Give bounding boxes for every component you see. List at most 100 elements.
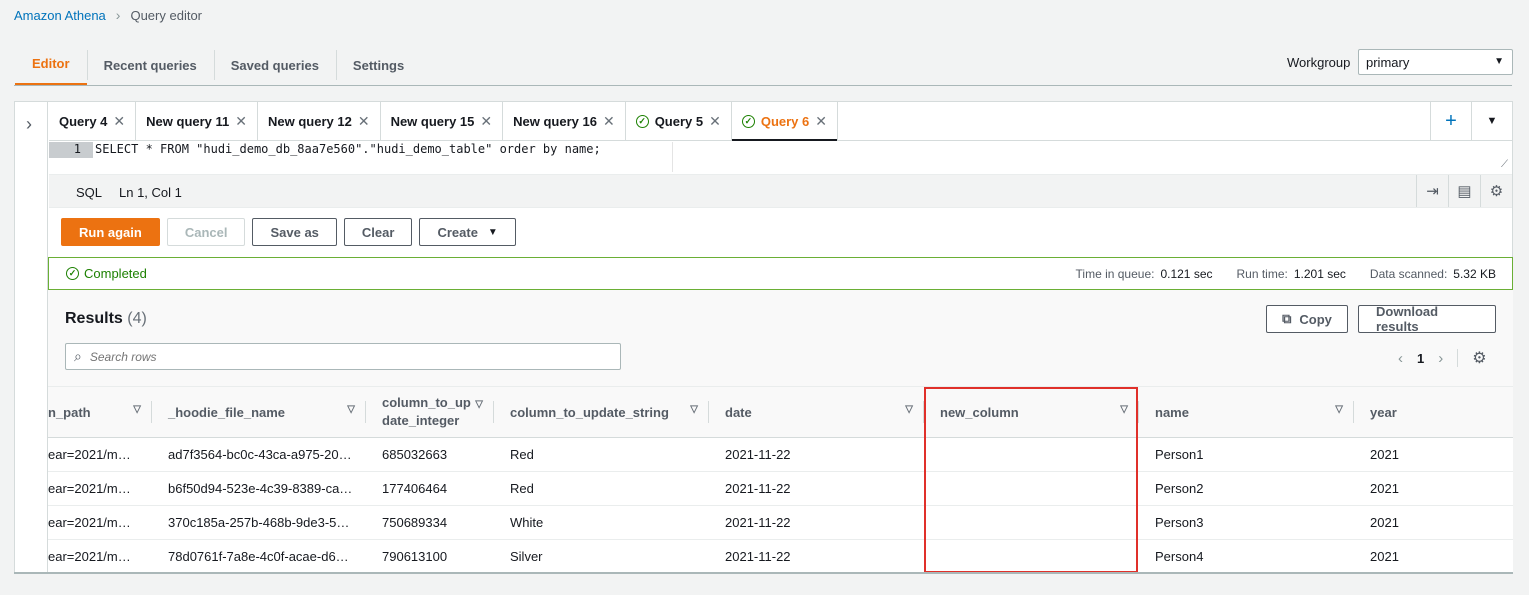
line-number: 1 [49, 142, 93, 158]
save-as-button[interactable]: Save as [252, 218, 337, 246]
breadcrumb: Amazon Athena › Query editor [14, 7, 202, 23]
query-tabs: Query 4 ✕ New query 11 ✕ New query 12 ✕ … [49, 102, 1512, 141]
copy-icon: ⧉ [1282, 311, 1292, 326]
create-button[interactable]: Create ▼ [419, 218, 516, 246]
query-tab[interactable]: ✓ Query 5 ✕ [626, 102, 732, 140]
column-header[interactable]: new_column ▽ [923, 387, 1138, 437]
table-cell: 78d0761f-7a8e-4c0f-acae-d6… [168, 549, 349, 564]
query-tab[interactable]: New query 16 ✕ [503, 102, 626, 140]
results-count: (4) [127, 310, 147, 327]
query-tab[interactable]: New query 12 ✕ [258, 102, 381, 140]
table-row[interactable]: ear=2021/m… b6f50d94-523e-4c39-8389-ca… … [48, 472, 1513, 506]
table-cell: 790613100 [382, 549, 448, 564]
close-icon[interactable]: ✕ [480, 113, 492, 130]
column-header-label: name [1155, 404, 1189, 420]
run-again-button[interactable]: Run again [61, 218, 160, 246]
copy-button[interactable]: ⧉ Copy [1266, 305, 1348, 333]
table-cell: White [510, 515, 544, 530]
page-number[interactable]: 1 [1417, 351, 1424, 366]
table-cell: Silver [510, 549, 543, 564]
main-tabs: Editor Recent queries Saved queries Sett… [15, 44, 421, 86]
search-input[interactable] [89, 349, 590, 364]
column-header[interactable]: column_to_update_string ▽ [493, 387, 708, 437]
query-tab-label: New query 12 [268, 113, 352, 129]
plus-icon[interactable]: + [1430, 102, 1471, 140]
data-scanned-label: Data scanned: [1369, 267, 1448, 281]
close-icon[interactable]: ✕ [815, 113, 827, 130]
table-cell: 177406464 [382, 481, 448, 496]
query-tab-label: New query 11 [146, 113, 230, 129]
table-cell: 685032663 [382, 447, 448, 462]
tab-editor[interactable]: Editor [15, 44, 87, 86]
run-time-value: 1.201 sec [1293, 267, 1346, 281]
sql-editor[interactable]: 1 SELECT * FROM "hudi_demo_db_8aa7e560".… [49, 142, 1512, 172]
close-icon[interactable]: ✕ [603, 113, 615, 130]
close-icon[interactable]: ✕ [358, 113, 370, 130]
time-in-queue-value: 0.121 sec [1160, 267, 1213, 281]
workgroup-value: primary [1366, 54, 1410, 70]
table-cell: Person3 [1155, 515, 1204, 530]
divider [1457, 349, 1459, 367]
column-header-label: column_to_up date_integer [382, 395, 471, 428]
sort-icon[interactable]: ▽ [475, 396, 483, 414]
table-cell: ear=2021/m… [48, 447, 131, 462]
workgroup-select[interactable]: primary ▼ [1358, 49, 1513, 75]
query-tab-label: Query 4 [59, 113, 108, 129]
create-button-label: Create [437, 224, 478, 240]
search-rows[interactable]: ⌕ [65, 343, 621, 370]
sort-icon[interactable]: ▽ [1335, 404, 1343, 415]
sort-icon[interactable]: ▽ [690, 404, 698, 415]
sort-icon[interactable]: ▽ [347, 404, 355, 415]
caret-down-icon[interactable]: ▼ [1471, 102, 1512, 140]
editor-tools: ⇥ ▤ ⚙ [1416, 175, 1512, 207]
table-cell: Person1 [1155, 447, 1204, 462]
chevron-left-icon[interactable]: ‹ [1398, 350, 1403, 367]
tab-saved-queries[interactable]: Saved queries [213, 44, 336, 86]
clear-button[interactable]: Clear [343, 218, 413, 246]
gear-icon[interactable]: ⚙ [1472, 348, 1486, 368]
tab-divider [14, 85, 1512, 86]
resize-handle-icon[interactable]: ⟋ [1501, 159, 1508, 170]
table-cell: 2021 [1370, 447, 1399, 462]
cancel-button[interactable]: Cancel [166, 218, 246, 246]
editor-language: SQL [76, 185, 103, 200]
gear-icon[interactable]: ⚙ [1480, 175, 1512, 207]
table-cell [923, 540, 1138, 573]
sidebar-toggle[interactable]: › [15, 102, 48, 572]
indent-icon[interactable]: ⇥ [1416, 175, 1448, 207]
table-row[interactable]: ear=2021/m… ad7f3564-bc0c-43ca-a975-20… … [48, 438, 1513, 472]
sort-icon[interactable]: ▽ [133, 404, 141, 415]
query-tab[interactable]: New query 11 ✕ [136, 102, 258, 140]
pagination: ‹ 1 › ⚙ [1398, 348, 1487, 368]
query-tab[interactable]: Query 4 ✕ [49, 102, 137, 140]
table-cell: 750689334 [382, 515, 448, 530]
run-time-label: Run time: [1236, 267, 1288, 281]
table-cell: 2021 [1370, 549, 1399, 564]
tab-settings[interactable]: Settings [335, 44, 421, 86]
caret-down-icon: ▼ [487, 226, 498, 238]
column-header[interactable]: n_path ▽ [48, 387, 151, 437]
close-icon[interactable]: ✕ [113, 113, 125, 130]
query-tab-active[interactable]: ✓ Query 6 ✕ [731, 102, 838, 141]
column-header[interactable]: year [1353, 387, 1513, 437]
download-results-button[interactable]: Download results [1358, 304, 1496, 334]
breadcrumb-athena-link[interactable]: Amazon Athena [14, 8, 106, 23]
table-cell: Person2 [1155, 481, 1204, 496]
close-icon[interactable]: ✕ [235, 113, 247, 130]
table-header: n_path ▽ _hoodie_file_name ▽ column_to_up … [48, 387, 1513, 438]
column-header[interactable]: _hoodie_file_name ▽ [151, 387, 365, 437]
sort-icon[interactable]: ▽ [1120, 404, 1128, 415]
format-icon[interactable]: ▤ [1448, 175, 1480, 207]
table-row[interactable]: ear=2021/m… 78d0761f-7a8e-4c0f-acae-d6… … [48, 540, 1513, 574]
close-icon[interactable]: ✕ [709, 113, 721, 130]
sql-code[interactable]: SELECT * FROM "hudi_demo_db_8aa7e560"."h… [95, 142, 601, 156]
query-tab[interactable]: New query 15 ✕ [381, 102, 504, 140]
column-header[interactable]: name ▽ [1138, 387, 1353, 437]
tab-recent-queries[interactable]: Recent queries [86, 44, 214, 86]
column-header[interactable]: date ▽ [708, 387, 923, 437]
column-header[interactable]: column_to_up date_integer ▽ [365, 387, 493, 437]
chevron-right-icon[interactable]: › [1438, 350, 1443, 367]
sort-icon[interactable]: ▽ [905, 404, 913, 415]
status-label: Completed [84, 266, 147, 281]
table-row[interactable]: ear=2021/m… 370c185a-257b-468b-9de3-5… 7… [48, 506, 1513, 540]
